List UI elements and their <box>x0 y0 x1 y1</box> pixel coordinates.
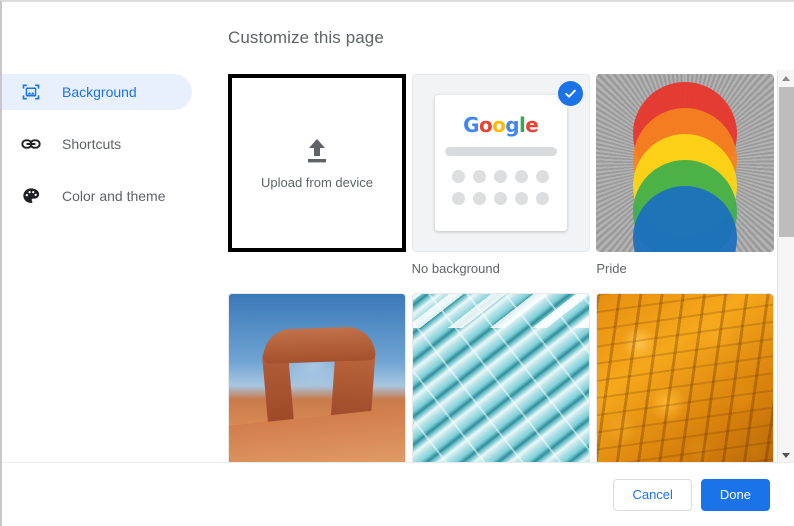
scroll-down-glyph <box>782 453 790 458</box>
upload-from-device-tile[interactable]: Upload from device <box>228 74 406 252</box>
tile-cell-arch-photo <box>228 293 410 464</box>
sidebar-item-label: Shortcuts <box>62 136 122 152</box>
ntp-shortcut-dot <box>473 170 487 183</box>
tile-caption: No background <box>411 261 500 276</box>
content-scrollbar[interactable] <box>777 70 794 464</box>
ntp-shortcut-dot <box>494 192 508 205</box>
done-button[interactable]: Done <box>700 478 770 511</box>
glass-sky-gaps <box>412 294 589 328</box>
glass-facade-background-tile[interactable] <box>411 293 590 464</box>
scroll-up-glyph <box>782 76 790 81</box>
logo-letter: G <box>463 113 479 137</box>
sidebar-item-color-and-theme[interactable]: Color and theme <box>2 178 202 214</box>
ntp-shortcut-dot <box>473 192 487 205</box>
row-spacer <box>228 279 778 293</box>
tile-cell-autumn-photo <box>596 293 778 464</box>
logo-letter: e <box>525 113 539 137</box>
customize-page-dialog: Customize this page Background Shortcuts… <box>0 0 794 526</box>
ntp-shortcut-dot <box>536 192 550 205</box>
tile-cell-pride: Pride <box>596 74 778 279</box>
upload-from-device-label: Upload from device <box>261 174 373 190</box>
selected-check-badge <box>557 81 583 106</box>
ntp-shortcut-dot <box>515 170 529 183</box>
arch-ground <box>229 405 405 464</box>
sidebar-item-label: Color and theme <box>62 188 166 204</box>
autumn-foliage-background-tile[interactable] <box>596 293 775 464</box>
ntp-shortcut-dots <box>452 170 550 205</box>
no-background-tile[interactable]: Google <box>411 74 590 252</box>
tile-cell-upload: Upload from device <box>228 74 410 279</box>
background-tile-grid: Upload from device Google No background … <box>228 74 778 464</box>
tile-row: Upload from device Google No background … <box>228 74 778 279</box>
tile-caption <box>228 261 410 279</box>
cancel-button[interactable]: Cancel <box>613 478 692 511</box>
scroll-up-arrow-icon[interactable] <box>778 70 794 87</box>
link-icon <box>20 133 42 155</box>
sidebar-item-background[interactable]: Background <box>2 74 192 110</box>
logo-letter: o <box>478 113 493 137</box>
page-title: Customize this page <box>228 28 384 47</box>
scrollbar-thumb[interactable] <box>779 87 794 237</box>
ntp-search-bar <box>444 147 557 156</box>
sidebar-item-label: Background <box>62 84 137 100</box>
tile-row <box>228 293 778 464</box>
tile-caption: Pride <box>596 261 627 276</box>
ntp-shortcut-dot <box>452 170 466 183</box>
google-logo: Google <box>463 113 539 137</box>
dialog-footer: Cancel Done <box>2 462 794 526</box>
arch-span <box>262 326 376 364</box>
image-icon <box>20 81 42 103</box>
tile-cell-glass-photo <box>411 293 594 464</box>
ntp-shortcut-dot <box>536 170 550 183</box>
logo-letter: o <box>492 113 506 137</box>
logo-letter: g <box>505 113 519 137</box>
palette-icon <box>20 185 42 207</box>
upload-arrow-icon <box>300 137 334 167</box>
autumn-shadows <box>597 294 774 464</box>
arch-landscape-background-tile[interactable] <box>228 293 406 464</box>
sidebar: Background Shortcuts Color and theme <box>2 74 202 230</box>
arch-photo <box>229 294 405 464</box>
ntp-shortcut-dot <box>494 170 508 183</box>
pride-background-tile[interactable] <box>596 74 775 252</box>
sidebar-item-shortcuts[interactable]: Shortcuts <box>2 126 202 162</box>
ntp-shortcut-dot <box>515 192 529 205</box>
ntp-shortcut-dot <box>452 192 466 205</box>
tile-cell-no-background: Google No background <box>411 74 594 279</box>
ntp-preview: Google <box>434 95 567 231</box>
